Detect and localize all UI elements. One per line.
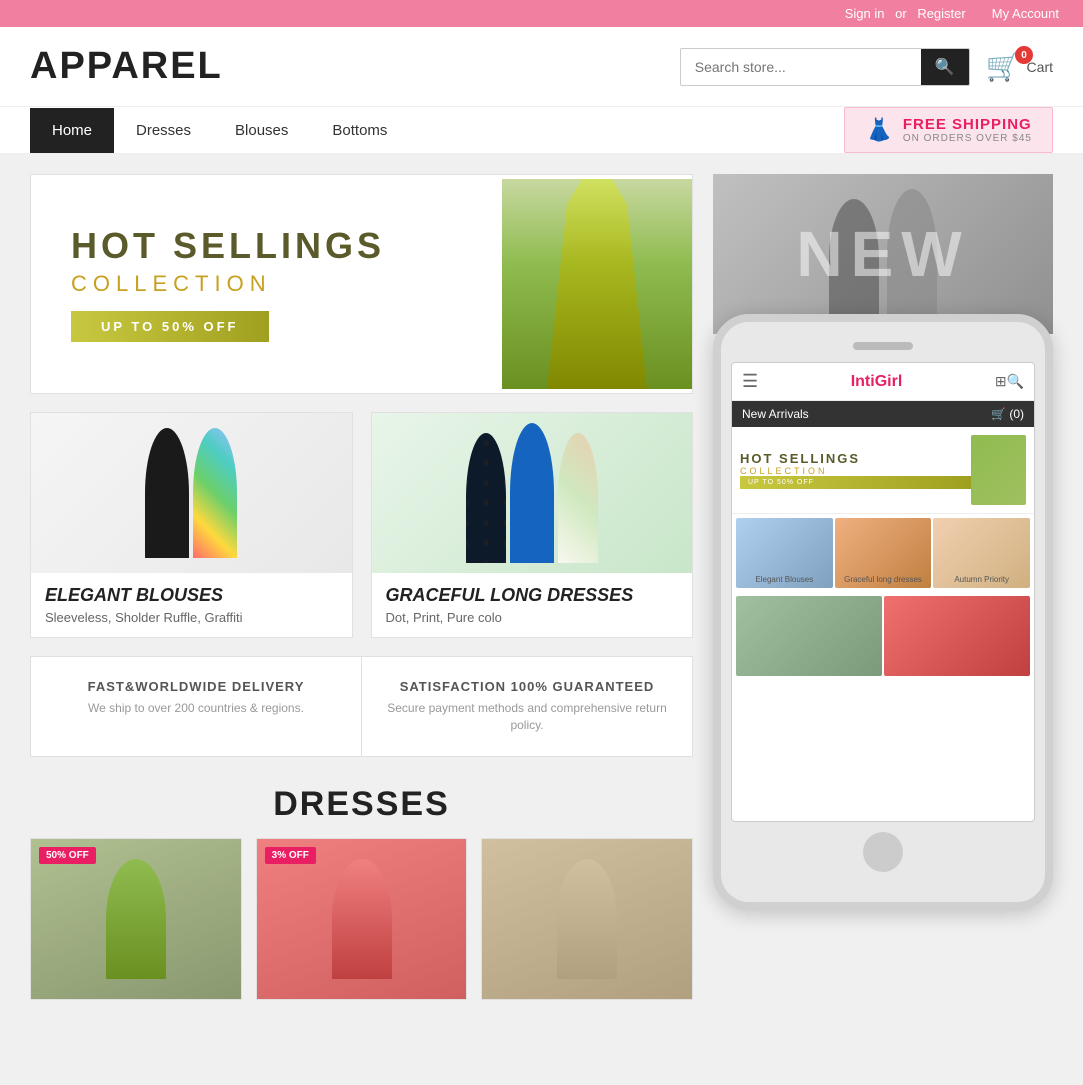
hero-banner: HOT SELLINGS COLLECTION UP TO 50% OFF: [30, 174, 693, 394]
myaccount-link[interactable]: My Account: [992, 6, 1059, 21]
delivery-desc: We ship to over 200 countries & regions.: [51, 700, 341, 717]
product-image-3: [482, 839, 692, 999]
phone-brand-accent: Girl: [875, 373, 903, 390]
or-text: or: [895, 6, 907, 21]
product-badge-1: 50% OFF: [39, 847, 96, 864]
phone-cat-3[interactable]: Autumn Priority: [933, 518, 1030, 588]
nav-item-blouses[interactable]: Blouses: [213, 108, 310, 153]
new-text: NEW: [796, 217, 969, 291]
product-grid: 50% OFF 3% OFF: [30, 838, 693, 1000]
hero-text: HOT SELLINGS COLLECTION UP TO 50% OFF: [31, 186, 502, 383]
dresses-section: DRESSES 50% OFF 3% OFF: [30, 775, 693, 1010]
nav-links: Home Dresses Blouses Bottoms: [30, 108, 409, 153]
phone-speaker: [853, 342, 913, 350]
phone-hero-image: [971, 435, 1026, 505]
blouses-title: ELEGANT BLOUSES: [45, 585, 338, 606]
phone-cat-1[interactable]: Elegant Blouses: [736, 518, 833, 588]
features: FAST&WORLDWIDE DELIVERY We ship to over …: [30, 656, 693, 757]
phone-cat-2[interactable]: Graceful long dresses: [835, 518, 932, 588]
phone-nav-label: New Arrivals: [742, 407, 809, 421]
blouses-image: [31, 413, 352, 573]
phone-hero: HOT SELLINGS COLLECTION UP TO 50% OFF: [732, 427, 1034, 514]
new-arrivals-banner: NEW: [713, 174, 1053, 334]
blouses-info: ELEGANT BLOUSES Sleeveless, Sholder Ruff…: [31, 573, 352, 637]
phone-hero-title: HOT SELLINGS: [740, 451, 971, 466]
phone-brand: IntiGirl: [851, 373, 903, 391]
phone-nav-bar: New Arrivals 🛒 (0): [732, 401, 1034, 427]
left-column: HOT SELLINGS COLLECTION UP TO 50% OFF: [30, 174, 693, 1010]
free-shipping-text: FREE SHIPPING ON ORDERS OVER $45: [903, 116, 1032, 144]
navigation: Home Dresses Blouses Bottoms 👗 FREE SHIP…: [0, 107, 1083, 154]
right-column: NEW ☰ IntiGirl ⊞🔍 New Arrivals 🛒 (0): [713, 174, 1053, 1010]
main-content: HOT SELLINGS COLLECTION UP TO 50% OFF: [0, 154, 1083, 1030]
hero-subtitle: COLLECTION: [71, 271, 462, 297]
satisfaction-desc: Secure payment methods and comprehensive…: [382, 700, 672, 734]
register-link[interactable]: Register: [917, 6, 965, 21]
dresses-title: GRACEFUL LONG DRESSES: [386, 585, 679, 606]
phone-cat-2-label: Graceful long dresses: [844, 575, 922, 584]
feature-satisfaction: SATISFACTION 100% GUARANTEED Secure paym…: [362, 657, 692, 756]
product-card-1[interactable]: 50% OFF: [30, 838, 242, 1000]
dresses-info: GRACEFUL LONG DRESSES Dot, Print, Pure c…: [372, 573, 693, 637]
dresses-image: [372, 413, 693, 573]
header: APPAREL 🔍 🛒 0 Cart: [0, 27, 1083, 107]
signin-link[interactable]: Sign in: [845, 6, 885, 21]
phone-hero-subtitle: COLLECTION: [740, 466, 971, 476]
nav-item-bottoms[interactable]: Bottoms: [310, 108, 409, 153]
shipping-icon: 👗: [865, 117, 892, 143]
product-badge-2: 3% OFF: [265, 847, 316, 864]
free-shipping-title: FREE SHIPPING: [903, 116, 1032, 133]
phone-search-icon[interactable]: ⊞🔍: [995, 373, 1024, 390]
phone-cat-3-label: Autumn Priority: [954, 575, 1009, 584]
search-input[interactable]: [681, 51, 921, 83]
dresses-section-title: DRESSES: [30, 785, 693, 824]
product-card-2[interactable]: 3% OFF: [256, 838, 468, 1000]
search-button[interactable]: 🔍: [921, 49, 969, 85]
category-dresses[interactable]: GRACEFUL LONG DRESSES Dot, Print, Pure c…: [371, 412, 694, 638]
hero-cta-button[interactable]: UP TO 50% OFF: [71, 311, 269, 342]
phone-product-2[interactable]: [884, 596, 1030, 676]
nav-item-dresses[interactable]: Dresses: [114, 108, 213, 153]
categories: ELEGANT BLOUSES Sleeveless, Sholder Ruff…: [30, 412, 693, 638]
blouses-figures: [145, 428, 237, 558]
phone-brand-regular: Inti: [851, 373, 875, 390]
category-blouses[interactable]: ELEGANT BLOUSES Sleeveless, Sholder Ruff…: [30, 412, 353, 638]
dresses-figures: [466, 423, 598, 563]
feature-delivery: FAST&WORLDWIDE DELIVERY We ship to over …: [31, 657, 362, 756]
delivery-title: FAST&WORLDWIDE DELIVERY: [51, 679, 341, 694]
top-bar: Sign in or Register My Account: [0, 0, 1083, 27]
satisfaction-title: SATISFACTION 100% GUARANTEED: [382, 679, 672, 694]
dresses-desc: Dot, Print, Pure colo: [386, 610, 679, 625]
phone-hero-text: HOT SELLINGS COLLECTION UP TO 50% OFF: [740, 451, 971, 489]
free-shipping-badge: 👗 FREE SHIPPING ON ORDERS OVER $45: [844, 107, 1053, 153]
phone-cat-1-label: Elegant Blouses: [755, 575, 813, 584]
phone-screen: ☰ IntiGirl ⊞🔍 New Arrivals 🛒 (0) HOT SEL…: [731, 362, 1035, 822]
hero-image: [502, 179, 692, 389]
cart-badge: 0: [1015, 46, 1033, 64]
phone-cart-icon[interactable]: 🛒 (0): [991, 407, 1024, 421]
phone-mockup: ☰ IntiGirl ⊞🔍 New Arrivals 🛒 (0) HOT SEL…: [713, 314, 1053, 910]
search-bar: 🔍: [680, 48, 970, 86]
phone-hero-cta: UP TO 50% OFF: [740, 476, 971, 489]
phone-product-1[interactable]: [736, 596, 882, 676]
phone-menu-icon[interactable]: ☰: [742, 371, 758, 392]
phone-categories: Elegant Blouses Graceful long dresses Au…: [732, 514, 1034, 592]
phone-header: ☰ IntiGirl ⊞🔍: [732, 363, 1034, 401]
phone-home-button[interactable]: [863, 832, 903, 872]
free-shipping-sub: ON ORDERS OVER $45: [903, 133, 1032, 144]
header-right: 🔍 🛒 0 Cart: [680, 48, 1053, 86]
cart-button[interactable]: 🛒 0 Cart: [986, 50, 1053, 83]
phone-cart-count: (0): [1009, 407, 1024, 421]
logo: APPAREL: [30, 45, 223, 88]
product-card-3[interactable]: [481, 838, 693, 1000]
blouses-desc: Sleeveless, Sholder Ruffle, Graffiti: [45, 610, 338, 625]
hero-title: HOT SELLINGS: [71, 226, 462, 266]
nav-item-home[interactable]: Home: [30, 108, 114, 153]
phone-products: [732, 592, 1034, 680]
